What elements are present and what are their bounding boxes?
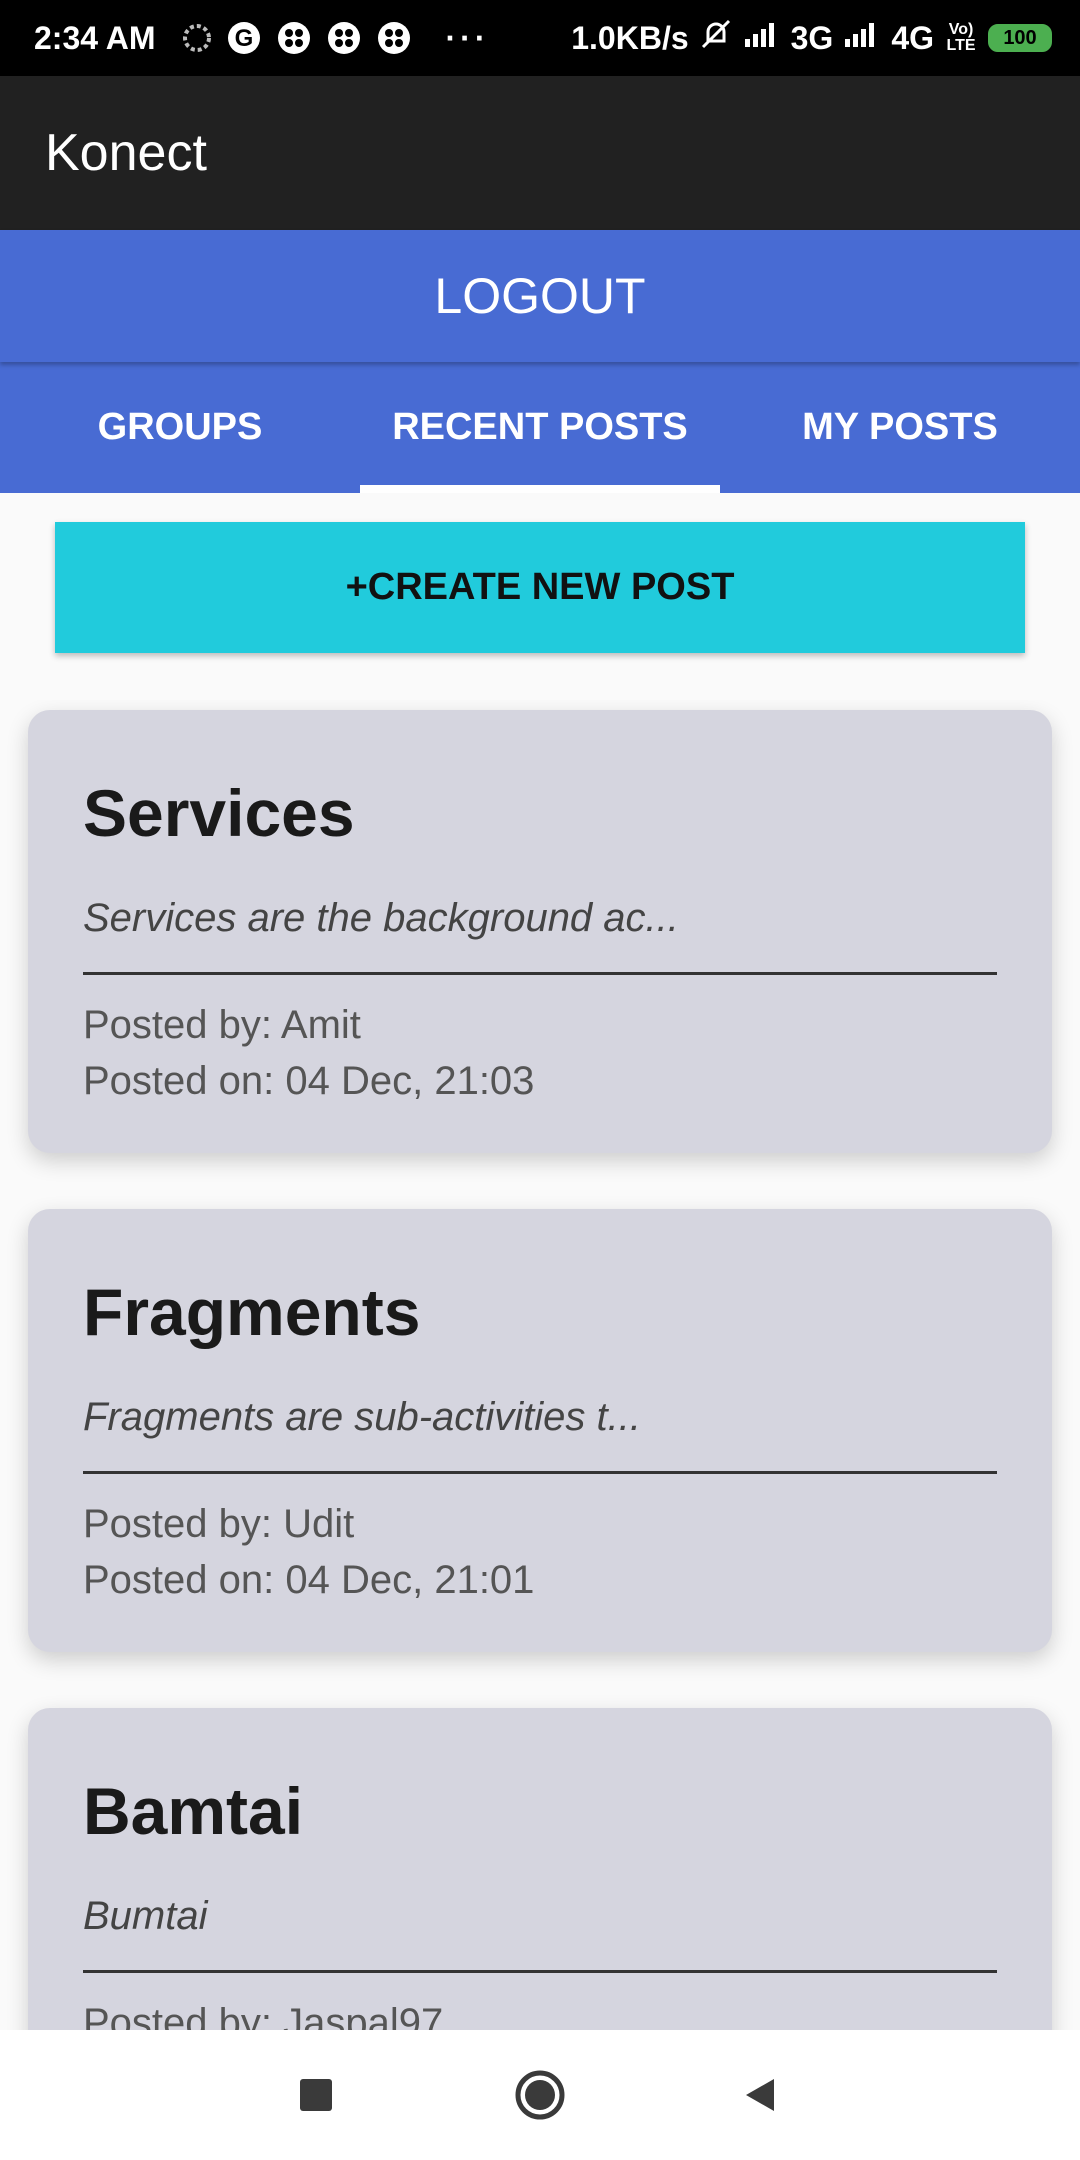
create-new-post-button[interactable]: +CREATE NEW POST: [55, 522, 1025, 653]
alarm-off-icon: [699, 17, 733, 59]
post-title: Bamtai: [83, 1774, 304, 1848]
divider: [83, 1471, 997, 1474]
posted-by: Posted by: Jaspal97: [83, 2001, 444, 2030]
svg-text:G: G: [234, 25, 253, 52]
volte-label: Vo) LTE: [946, 21, 976, 54]
app-icon: [376, 20, 412, 56]
post-card[interactable]: Services Services are the background ac.…: [28, 710, 1052, 1153]
tab-recent-posts[interactable]: RECENT POSTS: [360, 362, 720, 493]
app-bar: Konect: [0, 76, 1080, 230]
status-bar: 2:34 AM G ··· 1.0KB/s 3G 4G Vo) LTE 100: [0, 0, 1080, 76]
recents-button[interactable]: [256, 2030, 376, 2160]
loading-icon: [182, 23, 212, 53]
signal-label-3g: 3G: [790, 19, 834, 56]
tab-label: MY POSTS: [802, 406, 998, 448]
post-list[interactable]: Services Services are the background ac.…: [0, 700, 1080, 2030]
status-right: 1.0KB/s 3G 4G Vo) LTE 100: [571, 17, 1052, 59]
tab-selected-indicator: [360, 485, 720, 493]
back-button[interactable]: [700, 2030, 820, 2160]
logout-button[interactable]: LOGOUT: [0, 230, 1080, 362]
signal-icon: [743, 19, 781, 57]
navigation-bar: [0, 2030, 1080, 2160]
tab-groups[interactable]: GROUPS: [0, 362, 360, 493]
app-title: Konect: [45, 124, 207, 182]
posted-on: Posted on: 04 Dec, 21:01: [83, 1558, 535, 1602]
signal-icon: [843, 19, 881, 57]
divider: [83, 1970, 997, 1973]
post-title: Services: [83, 776, 355, 850]
divider: [83, 972, 997, 975]
posted-by: Posted by: Udit: [83, 1502, 355, 1546]
app-icon: [326, 20, 362, 56]
post-card[interactable]: Fragments Fragments are sub-activities t…: [28, 1209, 1052, 1652]
post-meta: Posted by: Udit Posted on: 04 Dec, 21:01: [83, 1496, 997, 1608]
home-circle-icon: [515, 2070, 565, 2120]
back-triangle-icon: [746, 2079, 774, 2111]
posted-by: Posted by: Amit: [83, 1003, 361, 1047]
post-card[interactable]: Bamtai Bumtai Posted by: Jaspal97: [28, 1708, 1052, 2030]
post-title: Fragments: [83, 1275, 421, 1349]
recents-square-icon: [300, 2079, 332, 2111]
status-time: 2:34 AM: [34, 19, 156, 56]
post-excerpt: Bumtai: [83, 1894, 208, 1938]
post-excerpt: Services are the background ac...: [83, 896, 679, 940]
post-excerpt: Fragments are sub-activities t...: [83, 1395, 641, 1439]
tab-label: GROUPS: [97, 406, 263, 448]
signal-label-4g: 4G: [891, 19, 934, 56]
tab-bar: GROUPS RECENT POSTS MY POSTS: [0, 362, 1080, 493]
g-icon: G: [226, 20, 262, 56]
app-icon: [276, 20, 312, 56]
more-notifications-icon: ···: [445, 19, 490, 56]
screen: 2:34 AM G ··· 1.0KB/s 3G 4G Vo) LTE 100 …: [0, 0, 1080, 2160]
posted-on: Posted on: 04 Dec, 21:03: [83, 1059, 535, 1103]
post-meta: Posted by: Jaspal97: [83, 1995, 997, 2030]
tab-label: RECENT POSTS: [392, 406, 688, 448]
home-button[interactable]: [480, 2030, 600, 2160]
tab-my-posts[interactable]: MY POSTS: [720, 362, 1080, 493]
net-speed: 1.0KB/s: [571, 19, 689, 56]
battery-icon: 100: [988, 24, 1052, 52]
post-meta: Posted by: Amit Posted on: 04 Dec, 21:03: [83, 997, 997, 1109]
